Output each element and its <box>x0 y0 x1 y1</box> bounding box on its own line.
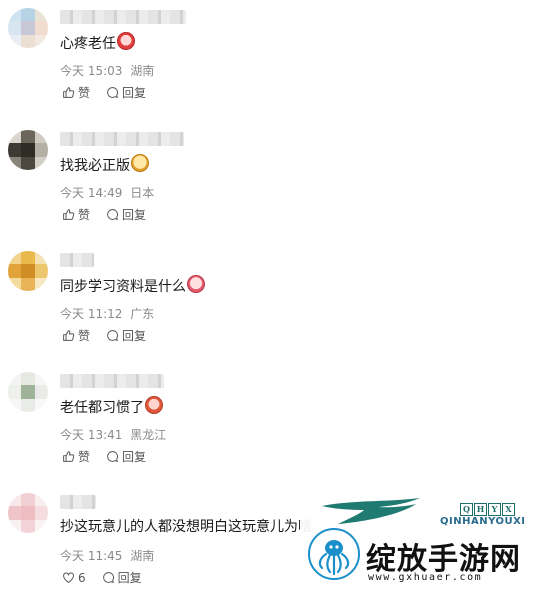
comment-item: 老任都习惯了 今天 13:41 黑龙江 赞 回复 <box>0 364 550 484</box>
comment-item: 同步学习资料是什么 今天 11:12 广东 赞 回复 <box>0 243 550 363</box>
octopus-icon <box>308 528 360 580</box>
site-watermark: QHYX QINHANYOUXI 绽放手游网 www.gxhuaer.com <box>300 486 550 590</box>
username-blurred[interactable] <box>60 132 184 146</box>
like-button[interactable]: 赞 <box>62 327 90 344</box>
like-label: 赞 <box>78 86 91 100</box>
reply-label: 回复 <box>122 208 147 222</box>
comment-location: 日本 <box>130 186 155 200</box>
like-label: 赞 <box>78 208 91 222</box>
avatar[interactable] <box>8 8 48 48</box>
comment-item: 心疼老任 今天 15:03 湖南 赞 回复 <box>0 0 550 120</box>
emoji-icon <box>187 275 205 293</box>
comment-text: 找我必正版 <box>60 154 149 176</box>
username-blurred[interactable] <box>60 374 164 388</box>
comment-time: 今天 11:12 <box>60 307 123 321</box>
username-blurred[interactable] <box>60 253 94 267</box>
brand-badge: QHYX <box>460 502 516 516</box>
reply-button[interactable]: 回复 <box>102 569 142 586</box>
comment-time: 今天 14:49 <box>60 186 123 200</box>
comment-actions: 6 回复 <box>62 569 158 586</box>
avatar[interactable] <box>8 251 48 291</box>
reply-bubble-icon <box>107 87 118 98</box>
avatar[interactable] <box>8 493 48 533</box>
reply-button[interactable]: 回复 <box>106 84 146 101</box>
like-button[interactable]: 赞 <box>62 84 90 101</box>
like-label: 赞 <box>78 329 91 343</box>
comment-time: 今天 13:41 <box>60 428 123 442</box>
thumbs-up-icon <box>63 451 75 462</box>
reply-label: 回复 <box>122 86 147 100</box>
brand-url: www.gxhuaer.com <box>368 572 483 583</box>
like-label: 赞 <box>78 450 91 464</box>
reply-button[interactable]: 回复 <box>106 206 146 223</box>
comment-location: 湖南 <box>130 64 155 78</box>
comment-meta: 今天 11:12 广东 <box>60 305 154 322</box>
heart-icon <box>63 572 74 583</box>
comment-meta: 今天 11:45 湖南 <box>60 547 154 564</box>
comment-meta: 今天 15:03 湖南 <box>60 62 154 79</box>
emoji-icon <box>117 32 135 50</box>
comment-meta: 今天 13:41 黑龙江 <box>60 426 166 443</box>
thumbs-up-icon <box>63 87 75 98</box>
comment-actions: 赞 回复 <box>62 84 162 101</box>
thumbs-up-icon <box>63 330 75 341</box>
comment-location: 黑龙江 <box>130 428 167 442</box>
comment-actions: 赞 回复 <box>62 327 162 344</box>
reply-bubble-icon <box>107 451 118 462</box>
comment-actions: 赞 回复 <box>62 206 162 223</box>
wing-logo-icon <box>322 498 420 524</box>
reply-label: 回复 <box>122 329 147 343</box>
reply-button[interactable]: 回复 <box>106 327 146 344</box>
like-button[interactable]: 赞 <box>62 206 90 223</box>
like-button[interactable]: 赞 <box>62 448 90 465</box>
comment-time: 今天 11:45 <box>60 549 123 563</box>
avatar[interactable] <box>8 130 48 170</box>
thumbs-up-icon <box>63 209 75 220</box>
reply-button[interactable]: 回复 <box>106 448 146 465</box>
comment-text: 抄这玩意儿的人都没想明白这玩意儿为啥 <box>60 519 312 535</box>
username-blurred[interactable] <box>60 495 96 509</box>
comment-meta: 今天 14:49 日本 <box>60 184 154 201</box>
comment-actions: 赞 回复 <box>62 448 162 465</box>
reply-bubble-icon <box>107 330 118 341</box>
like-button[interactable]: 6 <box>62 571 86 585</box>
comment-item: 找我必正版 今天 14:49 日本 赞 回复 <box>0 122 550 242</box>
comment-text: 心疼老任 <box>60 32 135 54</box>
reply-label: 回复 <box>117 571 142 585</box>
comment-text: 同步学习资料是什么 <box>60 275 205 297</box>
emoji-icon <box>131 154 149 172</box>
like-count: 6 <box>78 570 86 585</box>
brand-subtitle: QINHANYOUXI <box>440 516 526 527</box>
reply-label: 回复 <box>122 450 147 464</box>
avatar[interactable] <box>8 372 48 412</box>
emoji-icon <box>145 396 163 414</box>
comment-text: 老任都习惯了 <box>60 396 163 418</box>
comment-location: 湖南 <box>130 549 155 563</box>
reply-bubble-icon <box>107 209 118 220</box>
comment-location: 广东 <box>130 307 155 321</box>
reply-bubble-icon <box>102 572 114 583</box>
username-blurred[interactable] <box>60 10 186 24</box>
comment-time: 今天 15:03 <box>60 64 123 78</box>
